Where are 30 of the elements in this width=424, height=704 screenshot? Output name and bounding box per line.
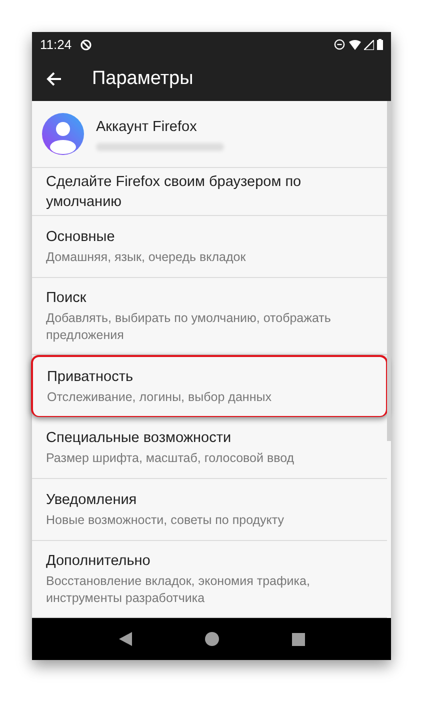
back-arrow-icon[interactable] (46, 71, 62, 87)
home-icon[interactable] (204, 632, 218, 646)
back-icon[interactable] (118, 632, 132, 646)
setting-title: Сделайте Firefox своим браузером по умолчанию (46, 172, 302, 212)
setting-title: Приватность (47, 368, 134, 387)
setting-title: Поиск (46, 289, 88, 308)
do-not-disturb-icon (334, 39, 345, 50)
setting-title: Уведомления (46, 491, 138, 510)
setting-title: Дополнительно (46, 552, 152, 571)
setting-row[interactable]: Специальные возможности Размер шрифта, масштаб, голосовой ввод (32, 417, 387, 479)
battery-icon (377, 39, 383, 50)
signal-icon (364, 40, 374, 50)
wifi-icon (349, 40, 361, 50)
recent-apps-icon[interactable] (292, 632, 304, 646)
notification-icon (80, 38, 92, 50)
setting-title: Специальные возможности (46, 429, 232, 448)
setting-description: Домашняя, язык, очередь вкладок (46, 249, 247, 266)
avatar-icon (42, 113, 84, 155)
account-row[interactable]: Аккаунт Firefox (32, 101, 387, 168)
setting-title: Основные (46, 228, 116, 247)
setting-description: Новые возможности, советы по продукту (46, 512, 286, 529)
clock: 11:24 (40, 36, 72, 54)
setting-description: Размер шрифта, масштаб, голосовой ввод (46, 450, 296, 467)
highlighted-setting-row[interactable]: Приватность Отслеживание, логины, выбор данных (31, 355, 388, 417)
setting-row[interactable]: Уведомления Новые возможности, советы по продукту (32, 479, 387, 541)
screen-title: Параметры (92, 66, 194, 91)
setting-description: Восстановление вкладок, экономия трафика, инструменты разработчика (46, 573, 311, 607)
account-title: Аккаунт Firefox (96, 118, 198, 138)
setting-description: Отслеживание, логины, выбор данных (47, 389, 272, 406)
setting-description: Добавлять, выбирать по умолчанию, отображать предложения (46, 310, 332, 344)
